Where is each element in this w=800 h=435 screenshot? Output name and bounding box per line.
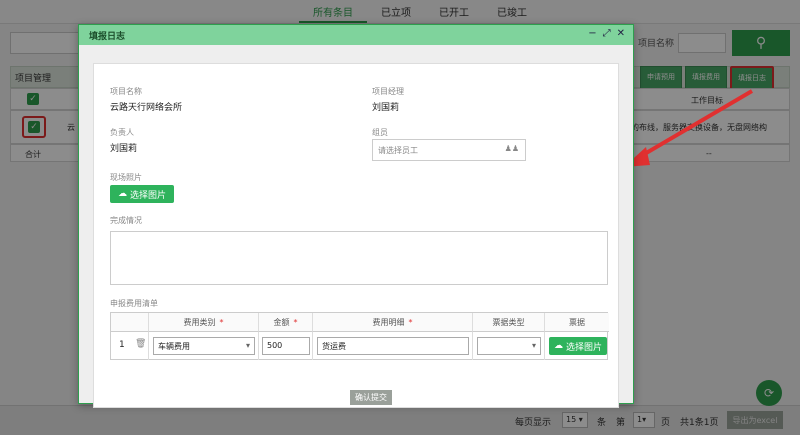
row-index: 1	[119, 340, 125, 350]
dialog-title: 填报日志	[89, 31, 126, 42]
dialog-controls: − ⤢ ✕	[588, 28, 625, 39]
dialog-header: 填报日志 − ⤢ ✕	[79, 25, 633, 45]
log-form: 项目名称 云路天行网络会所 项目经理 刘国莉 负责人 刘国莉 组员 请选择员工 …	[93, 63, 619, 408]
report-log-dialog: 填报日志 − ⤢ ✕ 项目名称 云路天行网络会所 项目经理 刘国莉 负责人 刘国…	[78, 24, 634, 408]
minimize-icon[interactable]: −	[588, 28, 596, 39]
photo-label: 现场照片	[110, 173, 142, 182]
detail-input[interactable]: 货运费	[317, 337, 469, 355]
completion-textarea[interactable]	[110, 231, 608, 285]
confirm-submit-button[interactable]: 确认提交	[350, 390, 392, 405]
table-header-invoice: 票据	[545, 313, 609, 332]
owner-value: 刘国莉	[110, 144, 138, 154]
chevron-down-icon: ▾	[531, 341, 536, 350]
project-name-label: 项目名称	[110, 87, 142, 96]
member-label: 组员	[372, 128, 388, 137]
upload-cloud-icon: ☁	[553, 341, 563, 351]
table-header-invoice-type: 票据类型	[473, 313, 545, 332]
select-photo-label: 选择图片	[129, 190, 166, 201]
amount-cell: 500	[259, 332, 313, 360]
invoice-type-select[interactable]: ▾	[477, 337, 541, 355]
expense-section-label: 申报费用清单	[110, 299, 158, 308]
table-row: 1 🗑	[111, 332, 149, 360]
member-placeholder: 请选择员工	[378, 146, 418, 155]
dialog-body: 项目名称 云路天行网络会所 项目经理 刘国莉 负责人 刘国莉 组员 请选择员工 …	[79, 45, 633, 408]
category-cell: 车辆费用 ▾	[149, 332, 259, 360]
amount-input[interactable]: 500	[262, 337, 310, 355]
close-icon[interactable]: ✕	[617, 28, 625, 39]
chevron-down-icon: ▾	[245, 341, 250, 350]
manager-label: 项目经理	[372, 87, 404, 96]
manager-value: 刘国莉	[372, 103, 400, 113]
category-select[interactable]: 车辆费用 ▾	[153, 337, 255, 355]
trash-icon[interactable]: 🗑	[135, 339, 146, 349]
select-photo-button[interactable]: ☁ 选择图片	[110, 185, 174, 203]
completion-label: 完成情况	[110, 216, 142, 225]
people-icon: ♟♟	[504, 144, 519, 153]
owner-label: 负责人	[110, 128, 134, 137]
upload-cloud-icon: ☁	[117, 189, 127, 199]
table-header-amount: 金额 *	[259, 313, 313, 332]
invoice-select-image-button[interactable]: ☁ 选择图片	[549, 337, 607, 355]
expense-table: 费用类别 * 金额 * 费用明细 * 票据类型 票据 1 🗑 车辆费用 ▾ 500	[110, 312, 609, 360]
invoice-type-cell: ▾	[473, 332, 545, 360]
maximize-icon[interactable]: ⤢	[603, 28, 611, 39]
table-header-detail: 费用明细 *	[313, 313, 473, 332]
invoice-cell: ☁ 选择图片	[545, 332, 609, 360]
project-name-value: 云路天行网络会所	[110, 103, 183, 113]
member-select[interactable]: 请选择员工 ♟♟	[372, 139, 526, 161]
table-header-category: 费用类别 *	[149, 313, 259, 332]
table-header-index	[111, 313, 149, 332]
detail-cell: 货运费	[313, 332, 473, 360]
red-arrow-annotation	[624, 89, 754, 167]
